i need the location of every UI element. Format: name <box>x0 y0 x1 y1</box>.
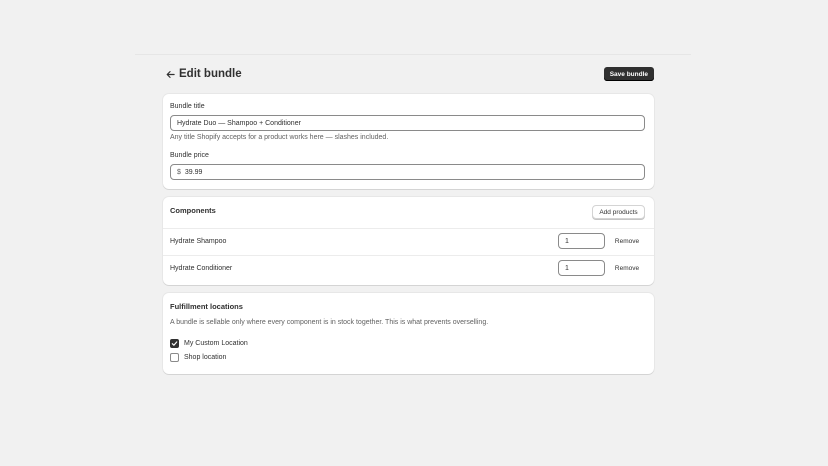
bundle-price-label: Bundle price <box>170 152 209 159</box>
fulfillment-card: Fulfillment locations A bundle is sellab… <box>163 293 654 374</box>
bundle-details-card: Bundle title Hydrate Duo — Shampoo + Con… <box>163 94 654 189</box>
checkmark-icon <box>171 341 178 346</box>
back-button[interactable] <box>163 67 177 81</box>
currency-prefix: $ <box>177 168 181 176</box>
fulfillment-heading: Fulfillment locations <box>170 302 243 311</box>
location-label: My Custom Location <box>184 340 248 347</box>
header-left: Edit bundle <box>163 67 242 81</box>
component-row: Hydrate Shampoo 1 Remove <box>163 228 654 255</box>
page-title: Edit bundle <box>179 68 242 80</box>
arrow-left-icon <box>166 70 175 78</box>
checkbox[interactable] <box>170 339 179 348</box>
component-name: Hydrate Conditioner <box>170 265 233 272</box>
bundle-price-value: 39.99 <box>184 168 203 176</box>
bundle-title-input[interactable]: Hydrate Duo — Shampoo + Conditioner <box>170 115 645 131</box>
remove-button[interactable]: Remove <box>607 232 647 250</box>
quantity-value: 1 <box>565 264 569 272</box>
bundle-title-value: Hydrate Duo — Shampoo + Conditioner <box>177 119 301 127</box>
component-name: Hydrate Shampoo <box>170 238 227 245</box>
remove-button[interactable]: Remove <box>607 259 647 277</box>
component-row: Hydrate Conditioner 1 Remove <box>163 255 654 282</box>
fulfillment-description: A bundle is sellable only where every co… <box>170 319 489 326</box>
bundle-price-input[interactable]: $ 39.99 <box>170 164 645 180</box>
location-label: Shop location <box>184 354 227 361</box>
location-checkbox-row[interactable]: My Custom Location <box>170 339 248 348</box>
components-heading: Components <box>170 206 216 215</box>
save-bundle-button[interactable]: Save bundle <box>603 67 654 81</box>
bundle-title-label: Bundle title <box>170 103 205 110</box>
quantity-value: 1 <box>565 237 569 245</box>
components-card: Components Add products Hydrate Shampoo … <box>163 197 654 285</box>
bundle-title-help: Any title Shopify accepts for a product … <box>170 134 389 141</box>
top-divider <box>135 54 691 55</box>
page-header: Edit bundle Save bundle <box>163 66 654 82</box>
quantity-input[interactable]: 1 <box>558 260 605 276</box>
add-products-button[interactable]: Add products <box>592 205 645 219</box>
quantity-input[interactable]: 1 <box>558 233 605 249</box>
checkbox[interactable] <box>170 353 179 362</box>
location-checkbox-row[interactable]: Shop location <box>170 353 226 362</box>
